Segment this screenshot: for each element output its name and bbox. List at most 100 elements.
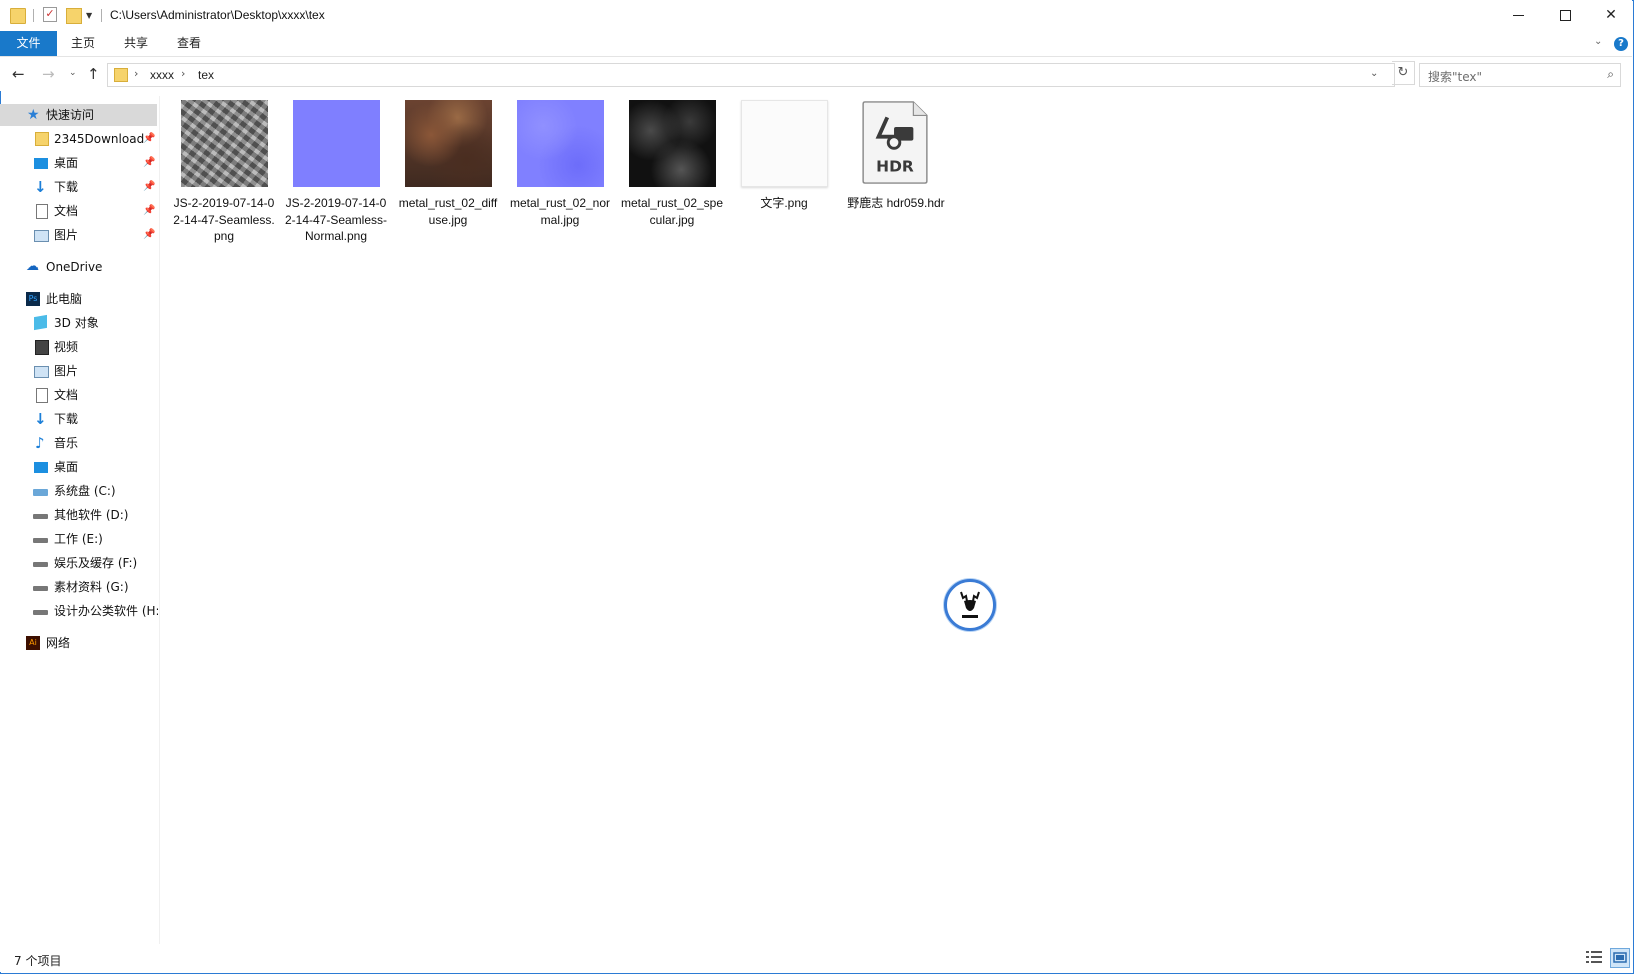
sidebar-item-2345download[interactable]: 2345Download 📌: [0, 128, 158, 150]
navigation-bar: ← → ⌄ ↑ › xxxx › tex ⌄ ↻ 搜索"tex" ⌕: [0, 57, 1632, 91]
file-name: metal_rust_02_normal.jpg: [509, 196, 611, 227]
breadcrumb-xxxx[interactable]: xxxx: [150, 68, 174, 82]
pin-icon[interactable]: 📌: [143, 200, 155, 222]
sidebar-item-label: 桌面: [54, 156, 79, 170]
search-icon: ⌕: [1607, 67, 1614, 81]
drive-icon: [33, 610, 48, 615]
sidebar-item-onedrive[interactable]: ☁ OneDrive: [0, 256, 158, 278]
file-name: metal_rust_02_diffuse.jpg: [398, 196, 498, 227]
sidebar-item-pictures[interactable]: 图片 📌: [0, 224, 158, 246]
file-list: JS-2-2019-07-14-02-14-47-Seamless.png JS…: [160, 96, 1632, 944]
maximize-icon: [1560, 10, 1571, 21]
drive-icon: [33, 514, 48, 519]
large-icons-view-icon[interactable]: [1610, 948, 1630, 968]
file-name: metal_rust_02_specular.jpg: [620, 196, 724, 227]
close-button[interactable]: ✕: [1588, 0, 1634, 30]
sidebar-item-label: 网络: [46, 636, 71, 650]
photoshop-icon: Ps: [26, 292, 40, 306]
drive-icon: [33, 562, 48, 567]
film-icon: [35, 340, 49, 355]
up-arrow-icon[interactable]: ↑: [87, 65, 100, 83]
sidebar-item-downloads[interactable]: ↓ 下载 📌: [0, 176, 158, 198]
minimize-icon: [1513, 15, 1524, 16]
pin-icon[interactable]: 📌: [143, 176, 155, 198]
download-arrow-icon: ↓: [34, 410, 47, 428]
folder-icon[interactable]: [10, 8, 26, 24]
tab-file[interactable]: 文件: [0, 31, 57, 56]
pin-star-icon: ★: [27, 107, 40, 123]
toolbar-separator: [33, 9, 34, 22]
sidebar-item-drive-f[interactable]: 娱乐及缓存 (F:): [0, 552, 158, 574]
breadcrumb-tex[interactable]: tex: [198, 68, 214, 82]
sidebar-item-label: 下载: [54, 180, 79, 194]
search-input[interactable]: 搜索"tex" ⌕: [1419, 63, 1621, 87]
sidebar-item-network[interactable]: Ai 网络: [0, 632, 158, 654]
sidebar-item-label: 2345Download: [54, 132, 145, 146]
sidebar-item-drive-g[interactable]: 素材资料 (G:): [0, 576, 158, 598]
sidebar-item-music[interactable]: ♪ 音乐: [0, 432, 158, 454]
sidebar-item-pictures-pc[interactable]: 图片: [0, 360, 158, 382]
address-dropdown-icon[interactable]: ⌄: [1370, 68, 1378, 79]
properties-icon[interactable]: ✓: [43, 7, 57, 22]
sidebar-item-label: 设计办公类软件 (H:: [54, 604, 158, 618]
pin-icon[interactable]: 📌: [143, 224, 155, 246]
sidebar-item-documents[interactable]: 文档 📌: [0, 200, 158, 222]
cube-icon: [34, 314, 47, 331]
sidebar-item-documents-pc[interactable]: 文档: [0, 384, 158, 406]
close-icon: ✕: [1605, 7, 1617, 23]
drive-icon: [33, 586, 48, 591]
refresh-icon[interactable]: ↻: [1392, 61, 1415, 85]
sidebar-item-drive-e[interactable]: 工作 (E:): [0, 528, 158, 550]
cloud-icon: ☁: [26, 259, 39, 274]
address-bar[interactable]: › xxxx › tex ⌄: [107, 63, 1395, 87]
sidebar-item-drive-h[interactable]: 设计办公类软件 (H:: [0, 600, 158, 622]
sidebar-item-label: 下载: [54, 412, 79, 426]
tab-home[interactable]: 主页: [60, 31, 106, 56]
navigation-pane: ★ 快速访问 2345Download 📌 桌面 📌 ↓ 下载 📌 文档 📌 图…: [0, 104, 158, 944]
tab-view[interactable]: 查看: [166, 31, 212, 56]
illustrator-icon: Ai: [26, 636, 40, 650]
forward-arrow-icon[interactable]: →: [42, 65, 55, 83]
sidebar-item-label: 素材资料 (G:): [54, 580, 129, 594]
file-name: 野鹿志 hdr059.hdr: [847, 196, 945, 210]
sidebar-item-label: 文档: [54, 204, 79, 218]
tab-share[interactable]: 共享: [113, 31, 159, 56]
pin-icon[interactable]: 📌: [143, 128, 155, 150]
download-arrow-icon: ↓: [34, 178, 47, 196]
deer-logo-icon: [944, 579, 996, 631]
image-thumbnail: [293, 100, 380, 187]
sidebar-item-drive-d[interactable]: 其他软件 (D:): [0, 504, 158, 526]
expand-ribbon-icon[interactable]: ⌄: [1594, 36, 1602, 47]
help-icon[interactable]: ?: [1614, 37, 1628, 51]
customize-toolbar-icon[interactable]: ▼: [86, 11, 92, 27]
recent-locations-icon[interactable]: ⌄: [69, 68, 77, 78]
sidebar-item-this-pc[interactable]: Ps 此电脑: [0, 288, 158, 310]
status-bar: 7 个项目: [0, 944, 1632, 972]
details-view-icon[interactable]: [1586, 950, 1602, 964]
sidebar-item-drive-c[interactable]: 系统盘 (C:): [0, 480, 158, 502]
title-bar: ✓ ▼ C:\Users\Administrator\Desktop\xxxx\…: [0, 0, 1632, 31]
pin-icon[interactable]: 📌: [143, 152, 155, 174]
maximize-button[interactable]: [1542, 0, 1588, 30]
sidebar-item-3d-objects[interactable]: 3D 对象: [0, 312, 158, 334]
file-name: 文字.png: [760, 196, 808, 210]
sidebar-item-desktop[interactable]: 桌面 📌: [0, 152, 158, 174]
sidebar-item-label: 其他软件 (D:): [54, 508, 129, 522]
document-icon: [36, 388, 48, 403]
sidebar-item-label: 此电脑: [46, 292, 83, 306]
sidebar-item-label: OneDrive: [46, 260, 103, 274]
sidebar-item-desktop-pc[interactable]: 桌面: [0, 456, 158, 478]
sidebar-item-videos[interactable]: 视频: [0, 336, 158, 358]
back-arrow-icon[interactable]: ←: [12, 65, 25, 83]
thumbnail-view-icon: [1613, 952, 1627, 963]
breadcrumb-chevron-icon[interactable]: ›: [181, 67, 185, 80]
breadcrumb-chevron-icon[interactable]: ›: [134, 67, 138, 80]
sidebar-item-downloads-pc[interactable]: ↓ 下载: [0, 408, 158, 430]
sidebar-item-quick-access[interactable]: ★ 快速访问: [0, 104, 157, 126]
system-drive-icon: [33, 489, 48, 496]
sidebar-item-label: 图片: [54, 228, 79, 242]
new-folder-icon[interactable]: [66, 8, 82, 24]
minimize-button[interactable]: [1496, 0, 1542, 30]
image-thumbnail: [629, 100, 716, 187]
desktop-icon: [34, 462, 48, 473]
